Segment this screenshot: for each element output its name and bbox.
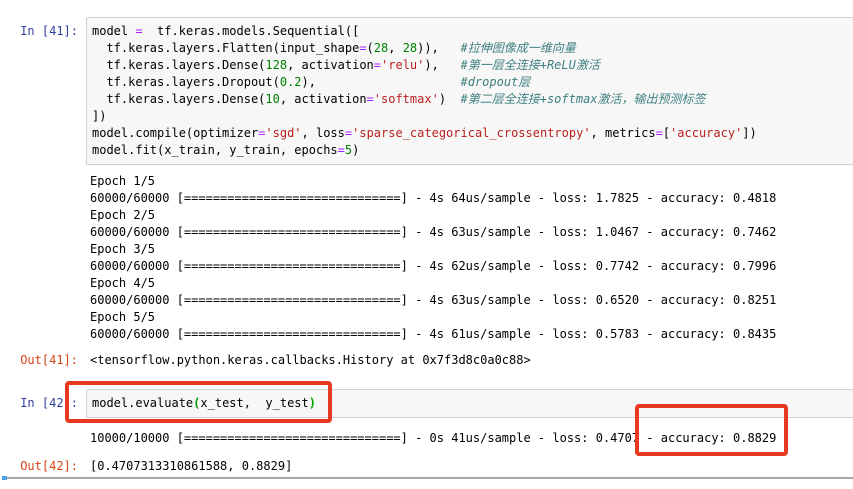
output-line: Epoch 2/5 (90, 207, 853, 224)
input-row-42: In [42]: model.evaluate(x_test, y_test) (0, 389, 853, 418)
output-line: 60000/60000 [===========================… (90, 326, 853, 343)
output-line: Epoch 3/5 (90, 241, 853, 258)
code-line: ]) (92, 108, 851, 125)
output-line: 60000/60000 [===========================… (90, 258, 853, 275)
code-line: tf.keras.layers.Dropout(0.2), #dropout层 (92, 74, 851, 91)
output-line: 10000/10000 [===========================… (90, 430, 853, 447)
out-result-42: [0.4707313310861588, 0.8829] (86, 458, 853, 475)
in-prompt-41: In [41]: (0, 17, 86, 40)
code-line: model = tf.keras.models.Sequential([ (92, 23, 851, 40)
code-line: model.fit(x_train, y_train, epochs=5) (92, 142, 851, 159)
code-line: tf.keras.layers.Flatten(input_shape=(28,… (92, 40, 851, 57)
output-line: Epoch 1/5 (90, 173, 853, 190)
in-prompt-42: In [42]: (0, 389, 86, 412)
code-cell-42: In [42]: model.evaluate(x_test, y_test) … (0, 389, 853, 475)
code-editor-42[interactable]: model.evaluate(x_test, y_test) (86, 389, 853, 418)
input-row-41: In [41]: model = tf.keras.models.Sequent… (0, 17, 853, 165)
stdout-row-41: Epoch 1/560000/60000 [==================… (0, 165, 853, 343)
output-line: Epoch 4/5 (90, 275, 853, 292)
code-line: tf.keras.layers.Dense(128, activation='r… (92, 57, 851, 74)
evaluate-log-output: 10000/10000 [===========================… (86, 418, 853, 447)
code-line: tf.keras.layers.Dense(10, activation='so… (92, 91, 851, 108)
stdout-row-42: 10000/10000 [===========================… (0, 418, 853, 447)
code-line: model.evaluate(x_test, y_test) (92, 395, 851, 412)
code-cell-41: In [41]: model = tf.keras.models.Sequent… (0, 17, 853, 369)
output-line: 60000/60000 [===========================… (90, 292, 853, 309)
output-line: Epoch 5/5 (90, 309, 853, 326)
notebook: In [41]: model = tf.keras.models.Sequent… (0, 0, 853, 489)
code-line: model.compile(optimizer='sgd', loss='spa… (92, 125, 851, 142)
out-prompt-41: Out[41]: (0, 352, 86, 369)
output-line: 60000/60000 [===========================… (90, 190, 853, 207)
result-row-41: Out[41]: <tensorflow.python.keras.callba… (0, 352, 853, 369)
next-cell-selection-accent (2, 476, 7, 480)
output-line: 60000/60000 [===========================… (90, 224, 853, 241)
training-log-output: Epoch 1/560000/60000 [==================… (86, 165, 853, 343)
out-prompt-42: Out[42]: (0, 458, 86, 475)
out-result-41: <tensorflow.python.keras.callbacks.Histo… (86, 352, 853, 369)
result-row-42: Out[42]: [0.4707313310861588, 0.8829] (0, 458, 853, 475)
next-cell-divider (2, 477, 853, 479)
code-editor-41[interactable]: model = tf.keras.models.Sequential([ tf.… (86, 17, 853, 165)
